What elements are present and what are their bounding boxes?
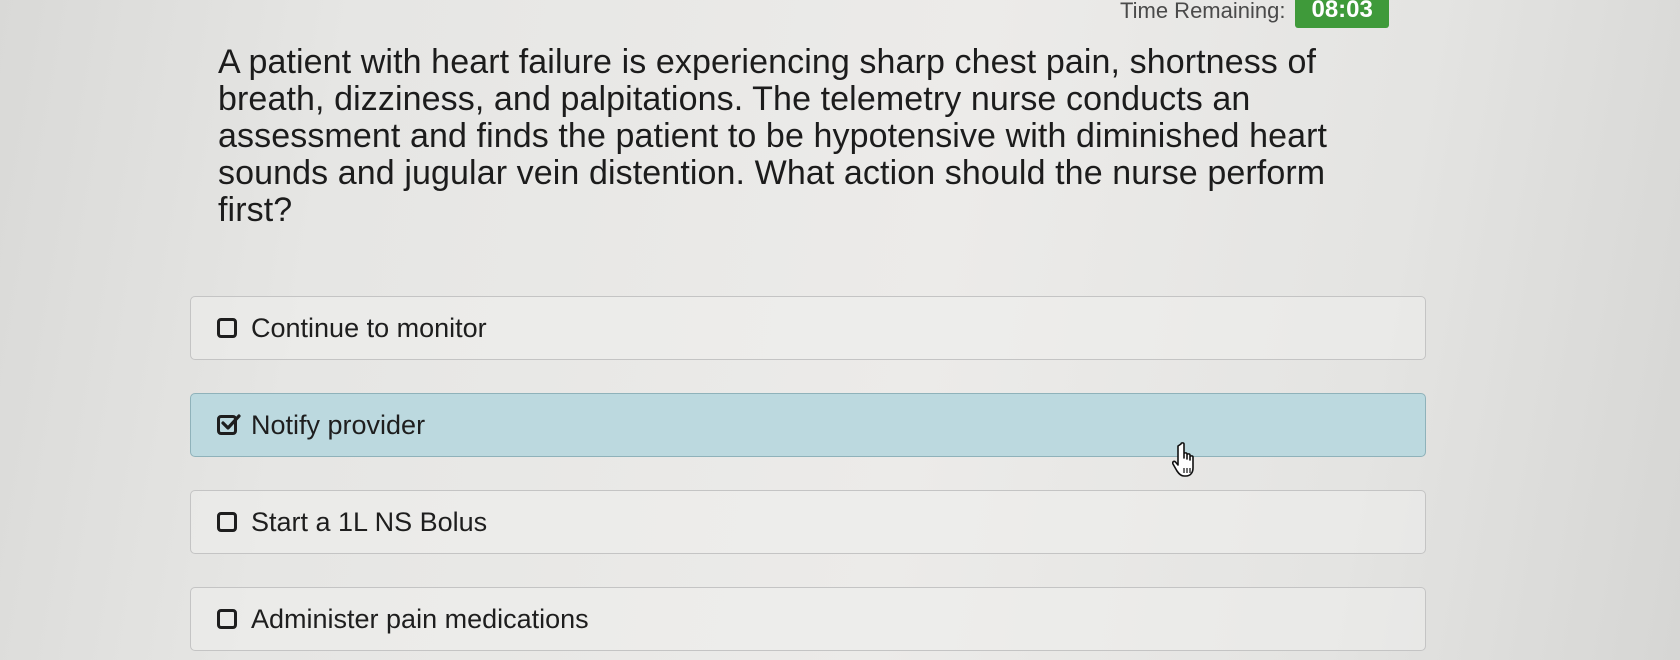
checkbox-empty-icon[interactable] bbox=[217, 512, 237, 532]
hand-pointer-cursor-icon bbox=[1172, 442, 1194, 477]
checkbox-checked-icon[interactable] bbox=[217, 414, 241, 435]
timer-value: 08:03 bbox=[1295, 0, 1389, 28]
option-label: Continue to monitor bbox=[251, 312, 487, 343]
option-label: Administer pain medications bbox=[251, 603, 589, 634]
option-label: Start a 1L NS Bolus bbox=[251, 506, 488, 537]
option-start-ns-bolus[interactable]: Start a 1L NS Bolus bbox=[190, 490, 1426, 554]
quiz-page: Time Remaining: 08:03 A patient with hea… bbox=[0, 0, 1680, 660]
option-administer-pain-medications[interactable]: Administer pain medications bbox=[190, 587, 1426, 651]
answer-options: Continue to monitor Notify provider Star… bbox=[190, 296, 1426, 660]
timer: Time Remaining: 08:03 bbox=[1120, 0, 1389, 28]
option-label: Notify provider bbox=[251, 409, 426, 440]
question-text: A patient with heart failure is experien… bbox=[218, 43, 1328, 229]
checkbox-empty-icon[interactable] bbox=[217, 609, 237, 629]
checkbox-empty-icon[interactable] bbox=[217, 318, 237, 338]
option-continue-to-monitor[interactable]: Continue to monitor bbox=[190, 296, 1426, 360]
timer-label: Time Remaining: bbox=[1120, 0, 1286, 23]
option-notify-provider[interactable]: Notify provider bbox=[190, 393, 1426, 457]
checkmark-icon bbox=[221, 414, 241, 430]
